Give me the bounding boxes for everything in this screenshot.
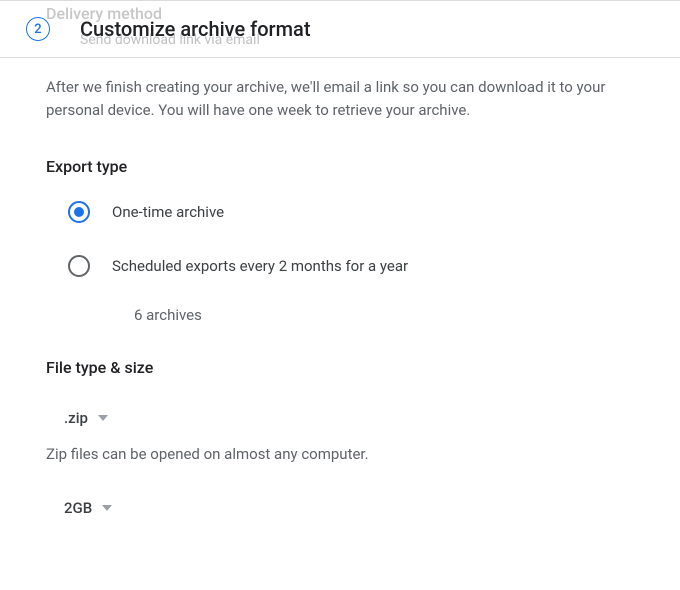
step-title: Customize archive format xyxy=(80,17,311,41)
radio-one-time-archive[interactable]: One-time archive xyxy=(68,200,634,224)
radio-icon xyxy=(68,255,90,277)
file-size-dropdown[interactable]: 2GB xyxy=(46,491,118,525)
radio-scheduled-exports[interactable]: Scheduled exports every 2 months for a y… xyxy=(68,254,634,278)
radio-label: One-time archive xyxy=(112,203,224,221)
radio-sublabel: 6 archives xyxy=(134,306,634,324)
step-header: Delivery method Send download link via e… xyxy=(0,0,680,58)
file-size-value: 2GB xyxy=(64,499,92,517)
step-number-badge: 2 xyxy=(26,17,50,41)
chevron-down-icon xyxy=(98,415,108,421)
description-text: After we finish creating your archive, w… xyxy=(46,76,634,123)
content-area: After we finish creating your archive, w… xyxy=(0,58,680,525)
radio-icon xyxy=(68,201,90,223)
file-type-value: .zip xyxy=(64,409,88,427)
file-type-dropdown[interactable]: .zip xyxy=(46,401,114,435)
file-type-size-heading: File type & size xyxy=(46,358,634,377)
export-type-radio-group: One-time archive Scheduled exports every… xyxy=(46,200,634,324)
file-type-description: Zip files can be opened on almost any co… xyxy=(46,445,634,463)
radio-label: Scheduled exports every 2 months for a y… xyxy=(112,257,408,275)
chevron-down-icon xyxy=(102,505,112,511)
export-type-heading: Export type xyxy=(46,157,634,176)
